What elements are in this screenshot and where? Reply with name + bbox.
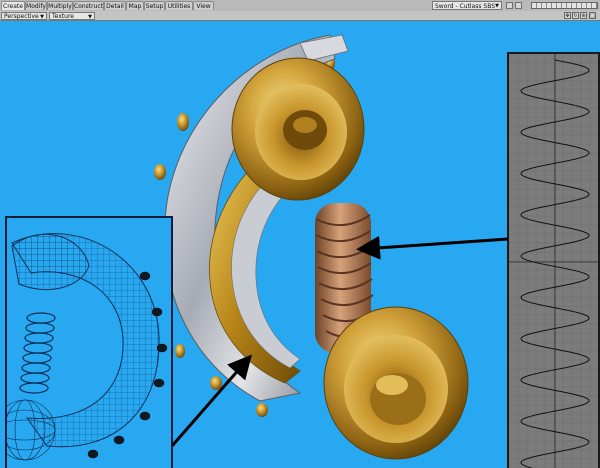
chevron-down-icon: ▼ [495, 3, 499, 9]
tab-multiply[interactable]: Multiply [47, 1, 73, 10]
bottom-pommel [323, 306, 469, 460]
scene-selector-value: Sword - Cutlass SBS [435, 3, 496, 10]
view-mode-dropdown[interactable]: Perspective ▼ [1, 12, 47, 20]
tab-create[interactable]: Create [1, 1, 25, 10]
chevron-down-icon: ▼ [40, 14, 44, 20]
scene-selector[interactable]: Sword - Cutlass SBS ▼ [432, 1, 502, 10]
wireframe-inset [5, 216, 173, 468]
view-mode-value: Perspective [4, 13, 39, 20]
layer-bank-strip[interactable] [531, 2, 598, 9]
perspective-viewport[interactable] [0, 21, 600, 468]
sine-curve-graph [509, 54, 598, 468]
chevron-down-icon: ▼ [88, 14, 92, 20]
wireframe-mesh [7, 233, 168, 461]
render-mode-value: Texture [52, 13, 74, 20]
rotate-icon[interactable]: ↻ [572, 12, 579, 19]
maximize-icon[interactable] [515, 2, 522, 9]
tab-setup[interactable]: Setup [144, 1, 165, 10]
tab-modify[interactable]: Modify [25, 1, 47, 10]
move-icon[interactable]: ✥ [564, 12, 571, 19]
modeler-window: Create Modify Multiply Construct Detail … [0, 0, 600, 468]
top-pommel [231, 57, 365, 201]
render-mode-dropdown[interactable]: Texture ▼ [49, 12, 95, 20]
minimize-icon[interactable] [506, 2, 513, 9]
tab-map[interactable]: Map [126, 1, 144, 10]
tab-utilities[interactable]: Utilities [165, 1, 193, 10]
tab-view[interactable]: View [193, 1, 214, 10]
maximize-view-icon[interactable]: □ [589, 12, 596, 19]
viewport-header: Perspective ▼ Texture ▼ ✥ ↻ ⊕ □ [0, 11, 600, 21]
tab-detail[interactable]: Detail [104, 1, 126, 10]
tab-construct[interactable]: Construct [73, 1, 104, 10]
curve-graph-panel [507, 52, 600, 468]
zoom-icon[interactable]: ⊕ [580, 12, 587, 19]
